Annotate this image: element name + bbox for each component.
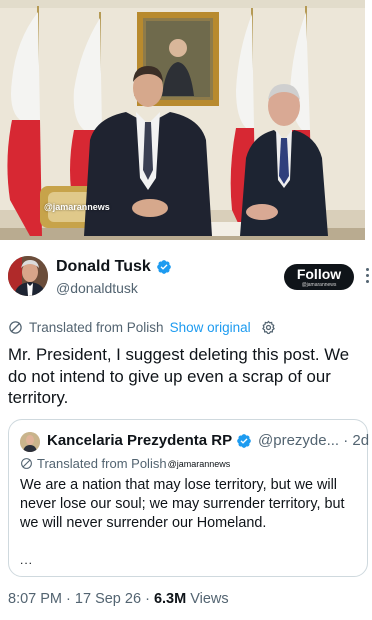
tweet-photo[interactable]: @jamarannews (0, 0, 365, 240)
tweet-text: Mr. President, I suggest deleting this p… (8, 345, 350, 407)
translate-icon (21, 458, 32, 469)
quote-translation-label: Translated from Polish (37, 456, 167, 471)
author-name-row[interactable]: Donald Tusk (56, 258, 172, 276)
quoted-tweet[interactable]: Kancelaria Prezydenta RP @prezyde... · 2… (8, 419, 369, 577)
author-name[interactable]: Donald Tusk (56, 258, 151, 276)
follow-button-label: Follow (296, 265, 342, 282)
verified-badge-icon (156, 260, 171, 274)
quote-avatar[interactable] (20, 432, 40, 452)
follow-button[interactable]: Follow @jamarannews (284, 264, 354, 290)
show-original-link[interactable]: Show original (170, 320, 251, 335)
author-avatar[interactable] (8, 256, 48, 296)
views-count: 6.3M (153, 591, 187, 607)
quote-text: We are a nation that may lose territory,… (20, 477, 345, 531)
meta-separator: · (145, 591, 150, 607)
meta-separator: · (66, 591, 71, 607)
quote-author-name[interactable]: Kancelaria Prezydenta RP (47, 432, 232, 449)
translation-label: Translated from Polish (29, 319, 164, 335)
author-handle[interactable]: @donaldtusk (56, 280, 138, 296)
translate-icon (9, 320, 22, 334)
quote-translation-row: Translated from Polish @jamarannews (20, 456, 230, 471)
views-label: Views (190, 591, 229, 607)
more-menu-icon[interactable] (364, 268, 370, 283)
gear-icon[interactable] (261, 320, 276, 335)
quote-more: ... (20, 553, 34, 567)
tweet-date[interactable]: 17 Sep 26 (75, 591, 141, 607)
quote-author-handle[interactable]: @prezyde... · 2d (258, 432, 369, 449)
quote-watermark: @jamarannews (167, 458, 231, 469)
photo-watermark: @jamarannews (44, 202, 110, 212)
tweet-meta: 8:07 PM · 17 Sep 26 · 6.3M Views (8, 591, 229, 607)
verified-badge-icon (237, 434, 251, 448)
translation-row: Translated from Polish Show original (8, 318, 276, 336)
tweet-time[interactable]: 8:07 PM (8, 591, 62, 607)
follow-button-watermark: @jamarannews (301, 281, 337, 288)
